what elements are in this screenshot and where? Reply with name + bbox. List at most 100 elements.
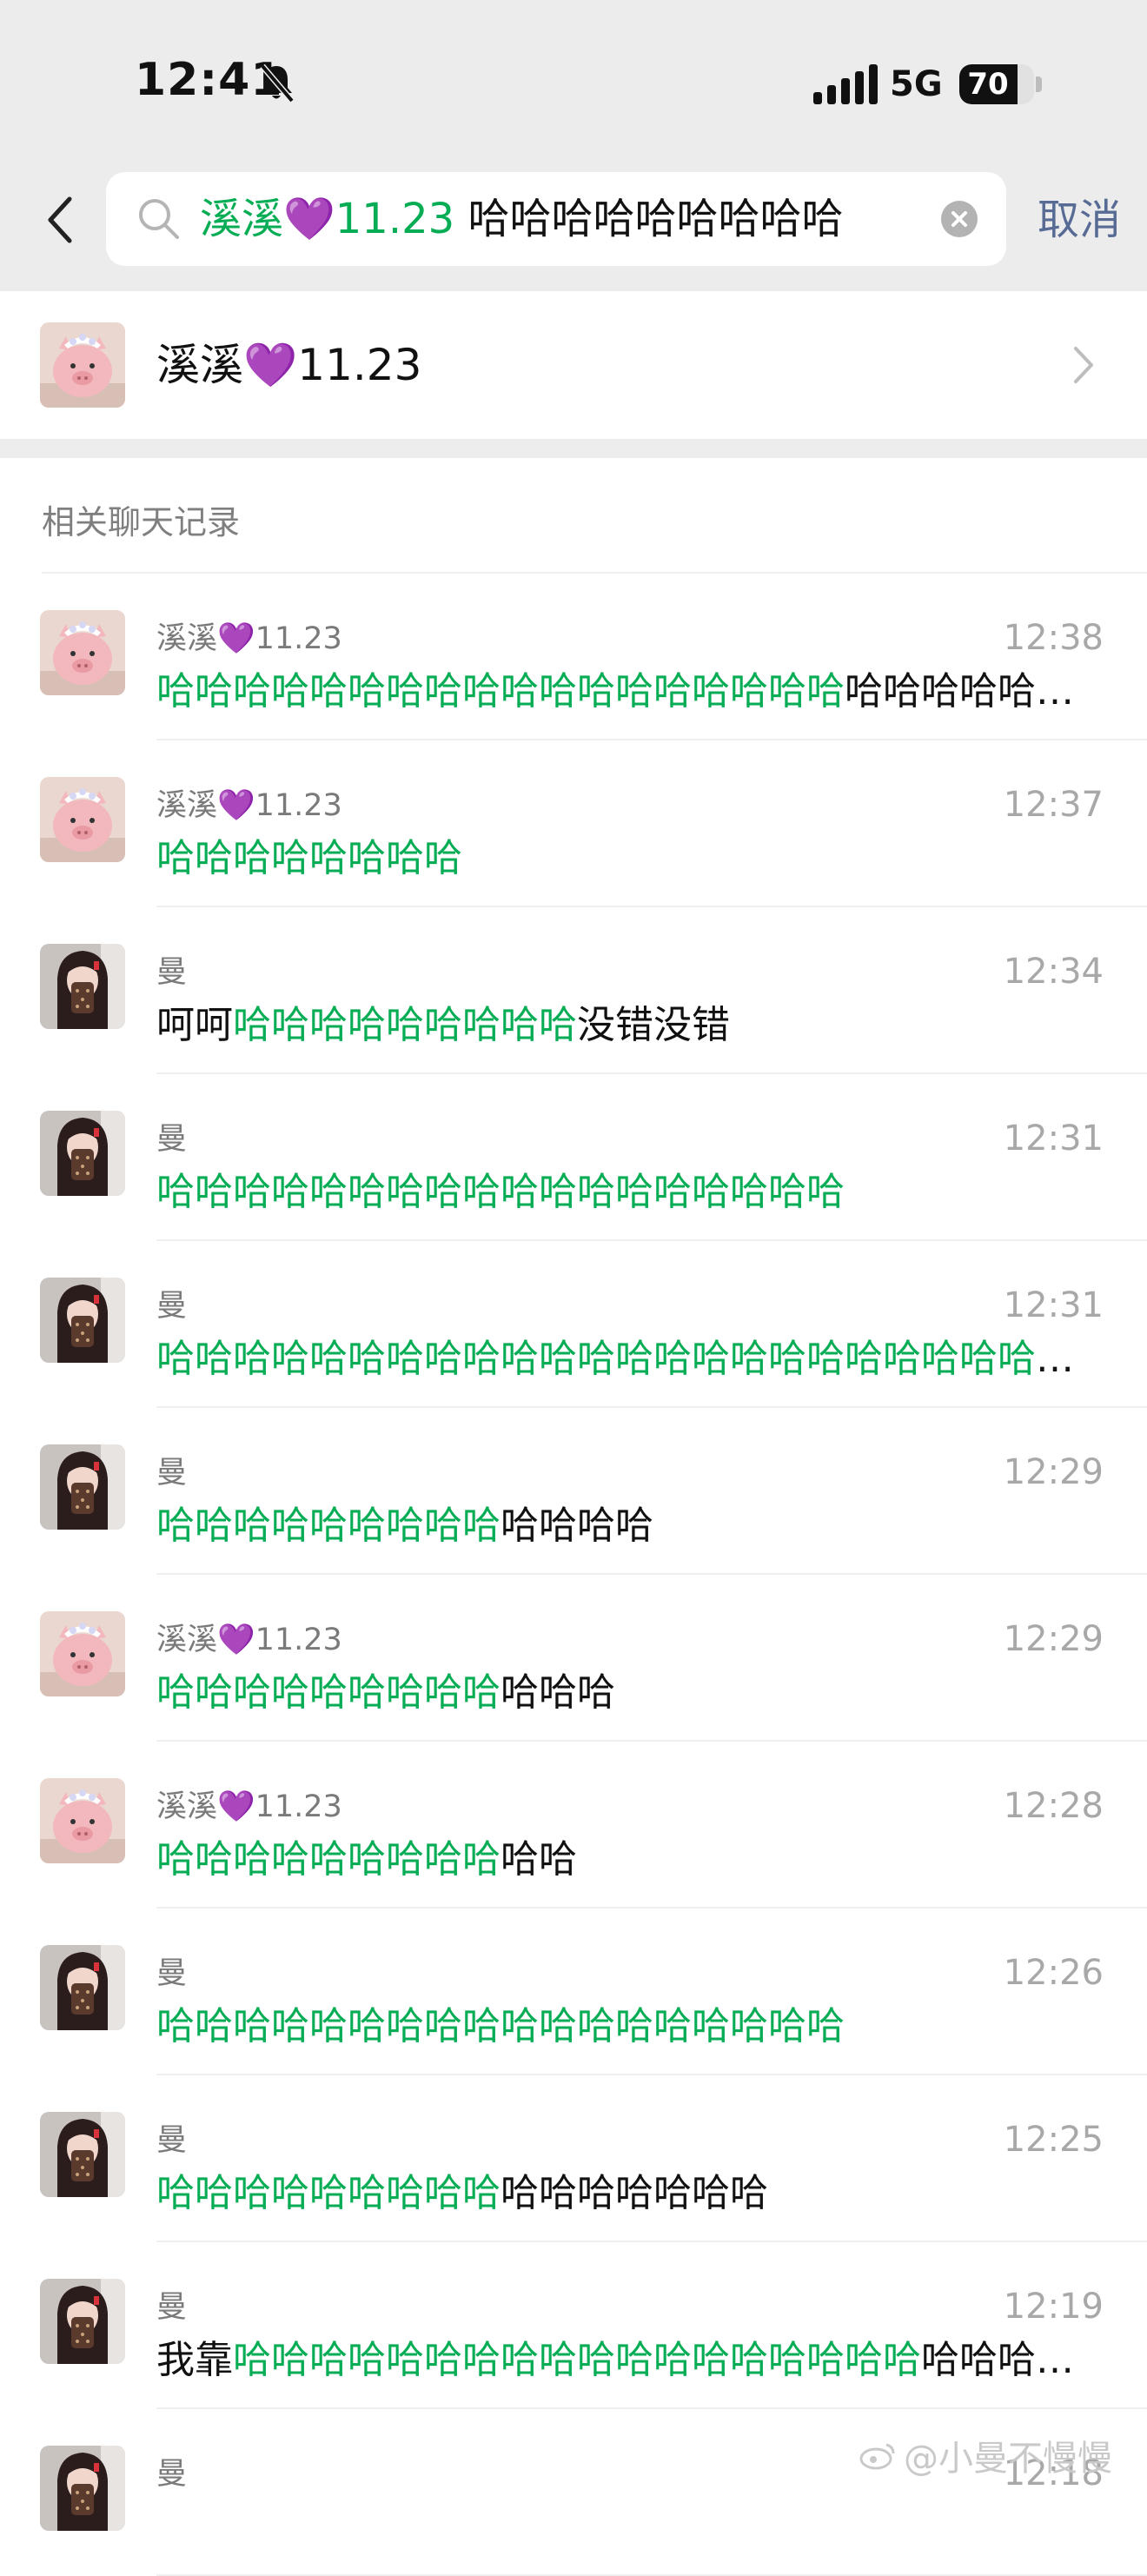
chat-record-item[interactable]: 曼12:19我靠哈哈哈哈哈哈哈哈哈哈哈哈哈哈哈哈哈哈哈哈哈…	[0, 2242, 1147, 2409]
sender-name: 曼	[156, 1118, 187, 1161]
search-input[interactable]: 溪溪💜11.23 哈哈哈哈哈哈哈哈哈	[106, 172, 1006, 266]
sender-name: 溪溪💜11.23	[156, 1785, 342, 1829]
avatar-girl	[40, 2112, 125, 2197]
message-snippet: 哈哈哈哈哈哈哈哈哈哈哈哈哈哈哈哈哈哈	[156, 1999, 1095, 2055]
message-time: 12:28	[1004, 1782, 1104, 1830]
contact-result[interactable]: 溪溪💜11.23	[0, 291, 1147, 439]
message-snippet: 我靠哈哈哈哈哈哈哈哈哈哈哈哈哈哈哈哈哈哈哈哈哈…	[156, 2333, 1095, 2388]
sender-name: 曼	[156, 1451, 187, 1495]
sender-name: 溪溪💜11.23	[156, 1618, 342, 1662]
message-time: 12:25	[1004, 2115, 1104, 2164]
snippet-post: 哈哈	[501, 1837, 577, 1882]
avatar-girl	[40, 1111, 125, 1196]
chevron-right-icon	[1071, 345, 1097, 385]
avatar-girl	[40, 944, 125, 1029]
cancel-button[interactable]: 取消	[1038, 189, 1121, 250]
sender-name: 溪溪💜11.23	[156, 617, 342, 661]
sender-name: 曼	[156, 1285, 187, 1328]
section-gap	[0, 439, 1147, 458]
watermark: @小曼不慢慢	[859, 2430, 1112, 2480]
chat-record-item[interactable]: 曼 12:31 哈哈哈哈哈哈哈哈哈哈哈哈哈哈哈哈哈哈哈哈哈哈哈哈…	[0, 1241, 1147, 1408]
avatar-pig	[40, 322, 125, 408]
message-snippet: 哈哈哈哈哈哈哈哈	[156, 831, 1095, 886]
avatar-girl	[40, 2446, 125, 2531]
snippet-post: 哈哈哈	[501, 1670, 615, 1715]
snippet-post: 哈哈哈哈哈…	[845, 669, 1074, 714]
snippet-pre: 呵呵	[156, 1003, 233, 1047]
snippet-post: 哈哈哈…	[921, 2338, 1074, 2382]
search-term: 溪溪💜11.23	[200, 195, 454, 243]
message-time: 12:26	[1004, 1949, 1104, 1997]
chat-record-item[interactable]: 曼12:29哈哈哈哈哈哈哈哈哈哈哈哈哈	[0, 1408, 1147, 1575]
message-time: 12:31	[1004, 1281, 1104, 1330]
sender-name: 曼	[156, 1952, 187, 1995]
message-snippet: 哈哈哈哈哈哈哈哈哈哈哈哈哈哈哈哈哈哈哈哈哈哈哈哈…	[156, 1331, 1095, 1387]
search-icon	[136, 196, 182, 242]
chat-record-item[interactable]: 曼 12:26 哈哈哈哈哈哈哈哈哈哈哈哈哈哈哈哈哈哈	[0, 1909, 1147, 2075]
snippet-match: 哈哈哈哈哈哈哈哈哈	[156, 1837, 501, 1882]
snippet-match: 哈哈哈哈哈哈哈哈哈哈哈哈哈哈哈哈哈哈	[233, 2338, 921, 2382]
sender-name: 溪溪💜11.23	[156, 784, 342, 827]
message-snippet: 呵呵哈哈哈哈哈哈哈哈哈没错没错	[156, 998, 1095, 1053]
message-snippet: 哈哈哈哈哈哈哈哈哈哈哈	[156, 1832, 1095, 1888]
snippet-match: 哈哈哈哈哈哈哈哈哈哈哈哈哈哈哈哈哈哈	[156, 2004, 845, 2048]
network-type: 5G	[890, 64, 943, 104]
snippet-match: 哈哈哈哈哈哈哈哈哈哈哈哈哈哈哈哈哈哈	[156, 669, 845, 714]
weibo-icon	[859, 2440, 897, 2471]
message-time: 12:37	[1004, 780, 1104, 829]
chat-record-item[interactable]: 溪溪💜11.2312:38哈哈哈哈哈哈哈哈哈哈哈哈哈哈哈哈哈哈哈哈哈哈哈…	[0, 574, 1147, 740]
chat-record-item[interactable]: 溪溪💜11.2312:29哈哈哈哈哈哈哈哈哈哈哈哈	[0, 1575, 1147, 1742]
message-snippet: 哈哈哈哈哈哈哈哈哈哈哈哈哈	[156, 1498, 1095, 1554]
snippet-pre: 我靠	[156, 2338, 233, 2382]
back-button[interactable]	[38, 189, 82, 250]
message-snippet: 哈哈哈哈哈哈哈哈哈哈哈哈	[156, 1665, 1095, 1721]
chat-record-item[interactable]: 曼 12:31 哈哈哈哈哈哈哈哈哈哈哈哈哈哈哈哈哈哈	[0, 1074, 1147, 1241]
message-time: 12:29	[1004, 1448, 1104, 1497]
clear-icon[interactable]	[940, 200, 978, 238]
message-time: 12:38	[1004, 614, 1104, 662]
chat-record-item[interactable]: 溪溪💜11.2312:28哈哈哈哈哈哈哈哈哈哈哈	[0, 1742, 1147, 1909]
snippet-match: 哈哈哈哈哈哈哈哈哈	[156, 1670, 501, 1715]
message-snippet: 哈哈哈哈哈哈哈哈哈哈哈哈哈哈哈哈	[156, 2166, 1095, 2221]
avatar-girl	[40, 1945, 125, 2030]
chat-record-item[interactable]: 曼12:25哈哈哈哈哈哈哈哈哈哈哈哈哈哈哈哈	[0, 2075, 1147, 2242]
snippet-post: 哈哈哈哈哈哈哈	[501, 2171, 768, 2215]
snippet-match: 哈哈哈哈哈哈哈哈哈哈哈哈哈哈哈哈哈哈	[156, 1170, 845, 1214]
bell-off-icon	[257, 63, 295, 104]
snippet-match: 哈哈哈哈哈哈哈哈	[156, 836, 462, 880]
message-time: 12:29	[1004, 1615, 1104, 1663]
search-query[interactable]: 溪溪💜11.23 哈哈哈哈哈哈哈哈哈	[200, 172, 947, 266]
avatar-girl	[40, 2279, 125, 2364]
avatar-girl	[40, 1278, 125, 1363]
avatar-pig	[40, 1611, 125, 1696]
message-snippet: 哈哈哈哈哈哈哈哈哈哈哈哈哈哈哈哈哈哈	[156, 1165, 1095, 1220]
chat-record-list: 溪溪💜11.2312:38哈哈哈哈哈哈哈哈哈哈哈哈哈哈哈哈哈哈哈哈哈哈哈… 溪溪…	[0, 574, 1147, 2576]
snippet-match: 哈哈哈哈哈哈哈哈哈哈哈哈哈哈哈哈哈哈哈哈哈哈哈哈…	[156, 1337, 1095, 1381]
snippet-post: 没错没错	[577, 1003, 730, 1047]
sender-name: 曼	[156, 2286, 187, 2329]
sender-name: 曼	[156, 2119, 187, 2162]
snippet-post: 哈哈哈哈	[501, 1504, 653, 1548]
sender-name: 曼	[156, 951, 187, 994]
section-title: 相关聊天记录	[42, 495, 240, 543]
snippet-match: 哈哈哈哈哈哈哈哈哈	[156, 2171, 501, 2215]
signal-icon	[813, 64, 878, 104]
avatar-girl	[40, 1444, 125, 1530]
chat-record-item[interactable]: 曼12:34呵呵哈哈哈哈哈哈哈哈哈没错没错	[0, 907, 1147, 1074]
message-time: 12:19	[1004, 2282, 1104, 2331]
search-query-rest: 哈哈哈哈哈哈哈哈哈	[467, 195, 843, 243]
battery-level: 70	[959, 64, 1017, 104]
chat-record-item[interactable]: 溪溪💜11.23 12:37 哈哈哈哈哈哈哈哈	[0, 740, 1147, 907]
avatar-pig	[40, 1778, 125, 1863]
avatar-pig	[40, 777, 125, 862]
message-time: 12:31	[1004, 1114, 1104, 1163]
snippet-match: 哈哈哈哈哈哈哈哈哈	[156, 1504, 501, 1548]
snippet-match: 哈哈哈哈哈哈哈哈哈	[233, 1003, 577, 1047]
back-icon	[45, 194, 75, 246]
message-snippet: 哈哈哈哈哈哈哈哈哈哈哈哈哈哈哈哈哈哈哈哈哈哈哈…	[156, 664, 1095, 720]
message-time: 12:34	[1004, 947, 1104, 996]
sender-name: 曼	[156, 2453, 187, 2496]
contact-name: 溪溪💜11.23	[156, 335, 421, 395]
battery-icon: 70	[959, 64, 1034, 104]
avatar-pig	[40, 610, 125, 695]
